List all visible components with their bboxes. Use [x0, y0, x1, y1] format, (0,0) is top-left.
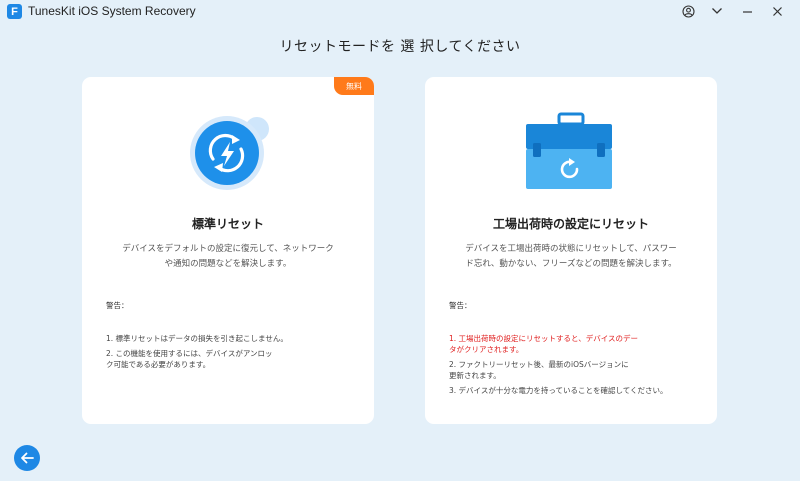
account-button[interactable]: [678, 2, 698, 20]
menu-dropdown-button[interactable]: [707, 2, 727, 20]
close-icon: [772, 6, 782, 16]
factory-reset-title: 工場出荷時の設定にリセット: [492, 217, 649, 231]
app-logo: F: [7, 4, 22, 19]
standard-reset-title: 標準リセット: [191, 217, 264, 231]
minimize-button[interactable]: [737, 2, 757, 20]
title-bar: F TunesKit iOS System Recovery: [0, 0, 800, 24]
list-item: 1. 工場出荷時の設定にリセットすると、デバイスのデータがクリアされます。: [449, 334, 639, 354]
close-button[interactable]: [767, 2, 787, 20]
app-title: TunesKit iOS System Recovery: [28, 4, 196, 18]
warning-list: 1. 標準リセットはデータの損失を引き起こしません。 2. この機能を使用するに…: [106, 333, 356, 374]
standard-reset-description: デバイスをデフォルトの設定に復元して、ネットワークや通知の問題などを解決します。: [122, 244, 334, 269]
warning-list: 1. 工場出荷時の設定にリセットすると、デバイスのデータがクリアされます。 2.…: [449, 333, 699, 400]
factory-reset-description: デバイスを工場出荷時の状態にリセットして、パスワード忘れ、動かない、フリーズなど…: [465, 244, 677, 269]
list-item: 3. デバイスが十分な電力を持っていることを確認してください。: [449, 386, 668, 395]
factory-reset-card[interactable]: 工場出荷時の設定にリセット デバイスを工場出荷時の状態にリセットして、パスワード…: [425, 77, 717, 424]
back-button[interactable]: [14, 445, 40, 471]
quick-reset-icon: [190, 116, 269, 190]
account-icon: [681, 4, 695, 18]
standard-reset-card[interactable]: 無料 標準リセット デバイスをデフォルトの設定に復元して、ネットワークや通知の問…: [82, 77, 374, 424]
list-item: 2. この機能を使用するには、デバイスがアンロック可能である必要があります。: [106, 349, 273, 369]
warning-label: 警告：: [449, 301, 472, 310]
chevron-down-icon: [712, 8, 722, 14]
toolbox-reset-icon: [526, 112, 612, 189]
warning-label: 警告：: [106, 301, 129, 310]
list-item: 1. 標準リセットはデータの損失を引き起こしません。: [106, 334, 288, 343]
list-item: 2. ファクトリーリセット後、最新のiOSバージョンに更新されます。: [449, 360, 629, 380]
minimize-icon: [742, 10, 752, 13]
page-title: リセットモードを 選 択してください: [279, 39, 521, 55]
back-arrow-icon: [21, 452, 34, 464]
